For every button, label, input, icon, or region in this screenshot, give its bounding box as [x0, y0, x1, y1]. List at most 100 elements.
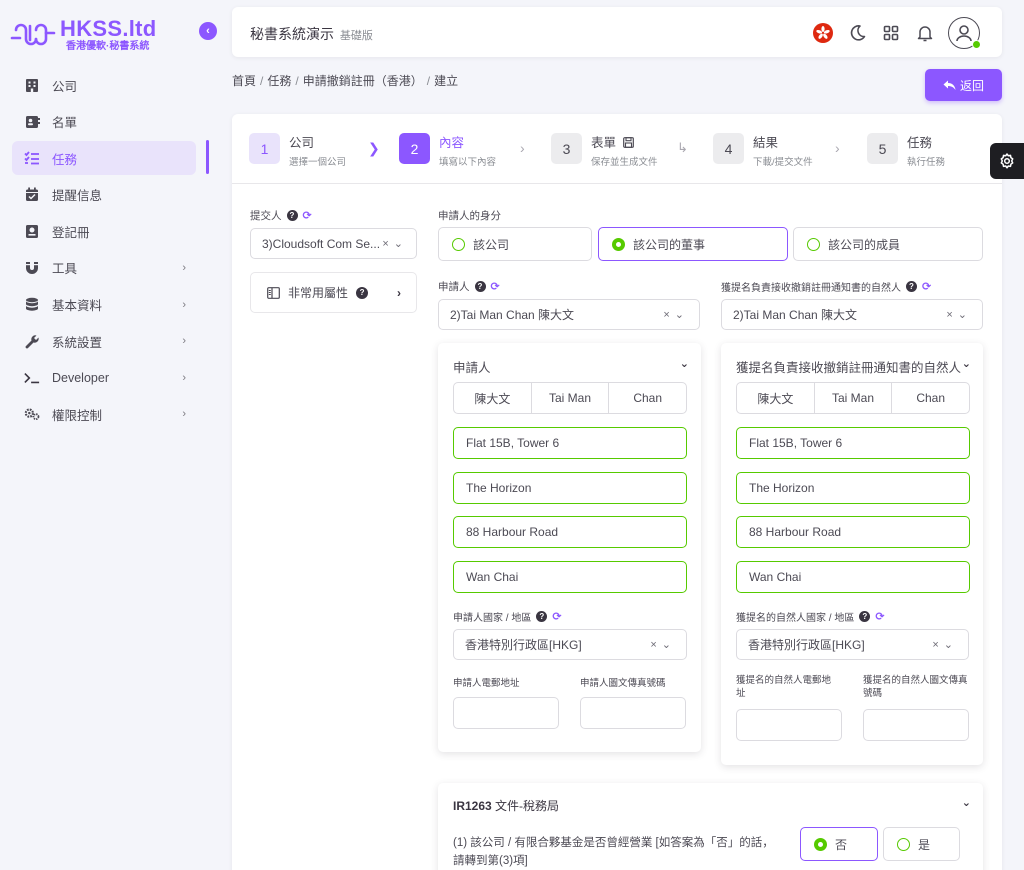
fax-label: 獲提名的自然人圖文傳真號碼 [863, 675, 968, 699]
refresh-icon[interactable]: ⟳ [303, 209, 312, 222]
moon-icon[interactable] [846, 22, 868, 44]
surname-field[interactable]: Chan [892, 383, 969, 413]
magnet-icon [24, 260, 40, 276]
radio-label: 該公司 [473, 237, 510, 252]
back-button[interactable]: 返回 [925, 69, 1002, 101]
submitter-select[interactable]: 3)Cloudsoft Com Se... ×⌄ [250, 228, 417, 259]
chevron-right-icon: › [182, 261, 186, 274]
reply-arrow-icon [943, 80, 956, 90]
chinese-name-field[interactable]: 陳大文 [454, 383, 532, 413]
address-line-1[interactable]: Flat 15B, Tower 6 [453, 427, 687, 459]
email-input[interactable] [736, 709, 842, 741]
submitter-value: 3)Cloudsoft Com Se... [262, 236, 381, 251]
radio-circle [807, 237, 820, 251]
checklist-icon [24, 150, 40, 166]
breadcrumb-task-type[interactable]: 申請撤銷註冊（香港） [303, 74, 423, 88]
refresh-icon[interactable]: ⟳ [922, 280, 931, 293]
rare-attributes-toggle[interactable]: 非常用屬性 ? › [250, 272, 417, 313]
identity-option-member[interactable]: 該公司的成員 [793, 227, 983, 261]
sidebar-item-label: 名單 [52, 116, 78, 131]
address-line-3[interactable]: 88 Harbour Road [453, 516, 687, 548]
chevron-right-icon: ❯ [368, 140, 380, 156]
database-icon [24, 297, 40, 313]
applicant-identity-label: 申請人的身分 [438, 210, 501, 222]
step-number: 2 [399, 133, 430, 164]
identity-option-company[interactable]: 該公司 [438, 227, 592, 261]
sidebar-item-system-settings[interactable]: 系統設置 › [12, 324, 196, 358]
sidebar-item-label: 提醒信息 [52, 189, 103, 204]
bell-icon[interactable] [914, 22, 936, 44]
help-icon[interactable]: ? [859, 611, 871, 622]
email-input[interactable] [453, 697, 559, 729]
sidebar-item-company[interactable]: 公司 [12, 68, 196, 102]
surname-field[interactable]: Chan [609, 383, 686, 413]
refresh-icon[interactable]: ⟳ [875, 610, 884, 623]
stepper: 1 公司 選擇一個公司 ❯ 2 內容 填寫以下內容 › 3 表單 保存並生成文件 [232, 114, 1002, 184]
chinese-name-field[interactable]: 陳大文 [737, 383, 815, 413]
applicant-select[interactable]: 2)Tai Man Chan 陳大文 ×⌄ [438, 299, 700, 330]
step-form[interactable]: 3 表單 保存並生成文件 [551, 132, 658, 168]
breadcrumb-tasks[interactable]: 任務 [267, 74, 291, 88]
ir1263-option-no[interactable]: 否 [800, 827, 878, 861]
sidebar-item-tasks[interactable]: 任務 [12, 141, 196, 176]
address-line-4[interactable]: Wan Chai [453, 561, 687, 593]
step-title: 內容 [439, 136, 465, 150]
identity-option-director[interactable]: 該公司的董事 [598, 227, 788, 261]
chevron-down-icon[interactable]: ⌄ [962, 357, 971, 370]
sidebar-collapse-button[interactable]: ‹ [199, 22, 217, 40]
sidebar-item-reminders[interactable]: 提醒信息 [12, 178, 196, 212]
fax-input[interactable] [863, 709, 969, 741]
hong-kong-flag-icon[interactable] [812, 22, 834, 44]
address-line-3[interactable]: 88 Harbour Road [736, 516, 970, 548]
address-line-2[interactable]: The Horizon [736, 472, 970, 504]
step-company[interactable]: 1 公司 選擇一個公司 [249, 132, 346, 168]
theme-settings-button[interactable] [990, 143, 1024, 179]
address-line-4[interactable]: Wan Chai [736, 561, 970, 593]
help-icon[interactable]: ? [356, 286, 369, 299]
help-icon[interactable]: ? [536, 611, 548, 622]
hkss-logo-icon [10, 23, 56, 46]
nominee-select-label: 獲提名負責接收撤銷註冊通知書的自然人 ? ⟳ [721, 279, 931, 294]
user-avatar[interactable] [948, 17, 981, 49]
radio-label: 否 [835, 837, 848, 852]
given-name-field[interactable]: Tai Man [532, 383, 610, 413]
nominee-select[interactable]: 2)Tai Man Chan 陳大文 ×⌄ [721, 299, 983, 330]
brand-logo[interactable]: HKSS.ltd 香港優軟·秘書系統 [10, 18, 157, 52]
country-select[interactable]: 香港特別行政區[HKG] ×⌄ [453, 629, 687, 660]
fax-input[interactable] [580, 697, 686, 729]
radio-label: 該公司的董事 [633, 237, 706, 252]
step-task[interactable]: 5 任務 執行任務 [867, 132, 945, 168]
step-content[interactable]: 2 內容 填寫以下內容 [399, 132, 496, 168]
breadcrumb-home[interactable]: 首頁 [232, 74, 256, 88]
radio-label: 該公司的成員 [828, 237, 901, 252]
address-line-2[interactable]: The Horizon [453, 472, 687, 504]
refresh-icon[interactable]: ⟳ [491, 280, 500, 293]
apps-grid-icon[interactable] [880, 22, 902, 44]
help-icon[interactable]: ? [474, 281, 486, 292]
help-icon[interactable]: ? [286, 210, 298, 221]
sidebar-item-list[interactable]: 名單 [12, 105, 196, 139]
sidebar-item-developer[interactable]: Developer › [12, 361, 196, 395]
brand-name: HKSS.ltd [60, 16, 157, 41]
refresh-icon[interactable]: ⟳ [552, 610, 561, 623]
help-icon[interactable]: ? [906, 281, 917, 292]
given-name-field[interactable]: Tai Man [815, 383, 893, 413]
applicant-select-label: 申請人 ? ⟳ [438, 279, 500, 294]
sidebar-panel-icon [267, 286, 280, 299]
building-icon [24, 77, 40, 93]
applicant-select-value: 2)Tai Man Chan 陳大文 [450, 308, 575, 322]
sidebar-item-label: 系統設置 [52, 335, 103, 350]
step-result[interactable]: 4 結果 下載/提交文件 [713, 132, 813, 168]
sidebar-item-basic-data[interactable]: 基本資料 › [12, 288, 196, 322]
ir1263-option-yes[interactable]: 是 [883, 827, 960, 861]
country-label-text: 獲提名的自然人國家 / 地區 [736, 613, 855, 624]
sidebar-item-register[interactable]: 登記冊 [12, 214, 196, 248]
country-select[interactable]: 香港特別行政區[HKG] ×⌄ [736, 629, 969, 660]
save-disk-icon [622, 137, 634, 148]
chevron-down-icon[interactable]: ⌄ [680, 357, 689, 370]
sidebar-item-tools[interactable]: 工具 › [12, 251, 196, 285]
address-line-1[interactable]: Flat 15B, Tower 6 [736, 427, 970, 459]
user-icon [956, 25, 972, 42]
chevron-down-icon[interactable]: ⌄ [962, 796, 971, 809]
sidebar-item-permissions[interactable]: 權限控制 › [12, 397, 196, 431]
